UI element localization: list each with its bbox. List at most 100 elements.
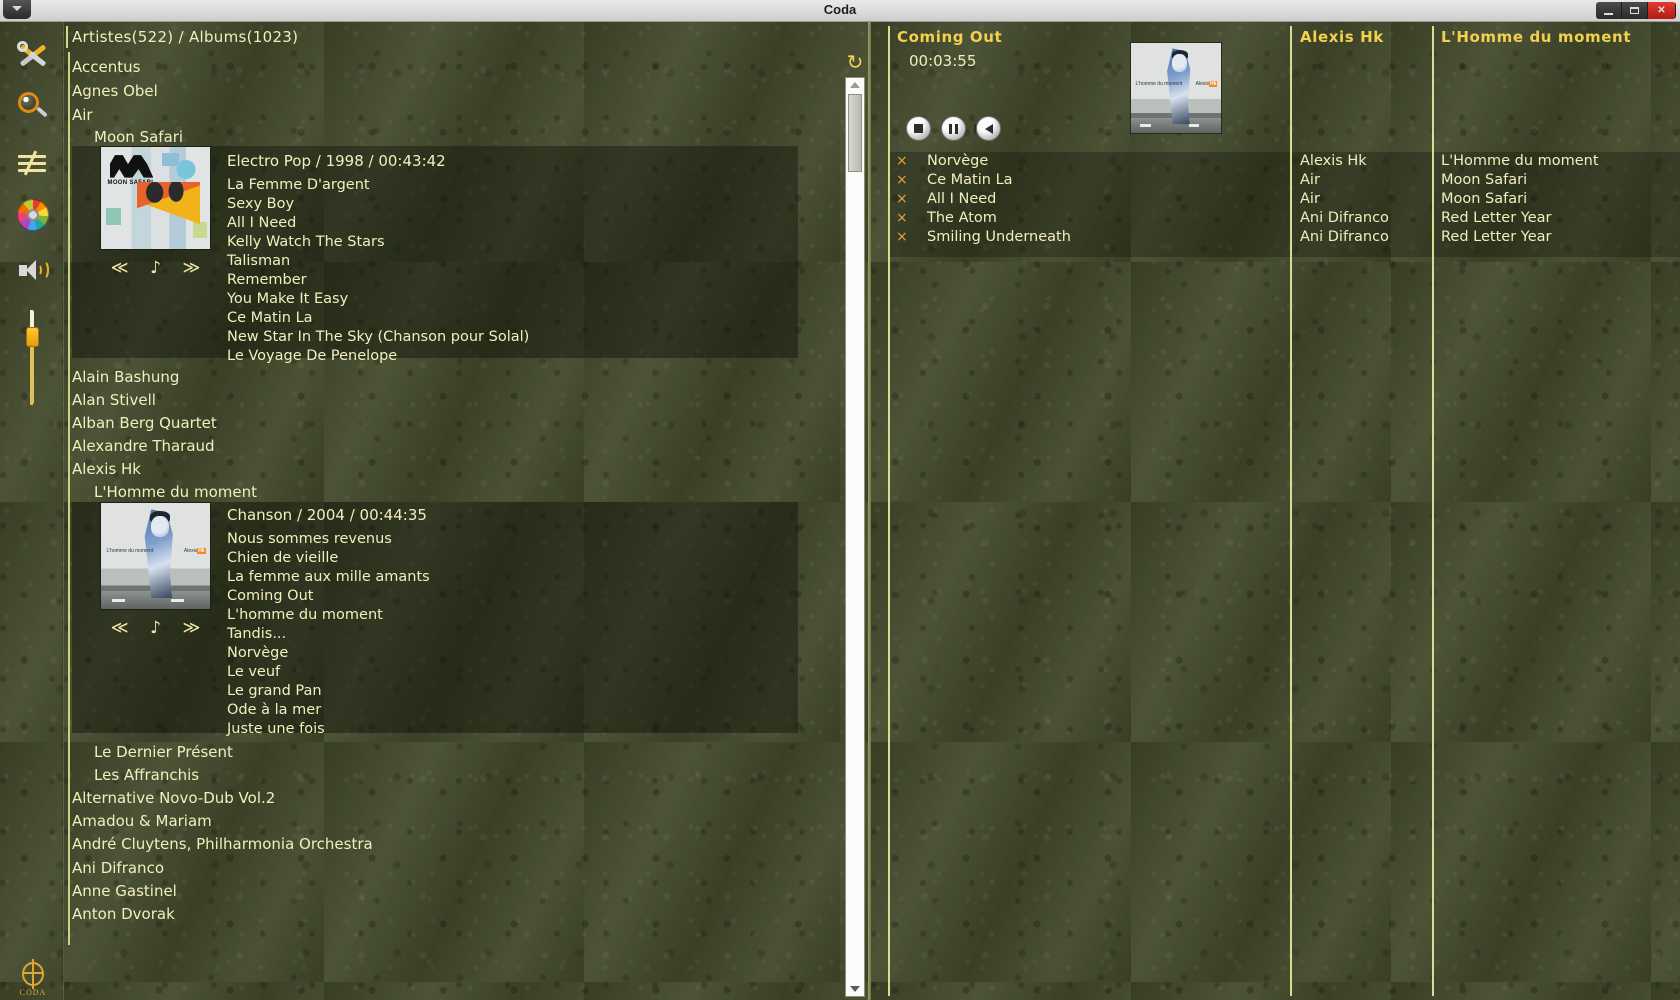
title-bar: Coda ✕ xyxy=(0,0,1680,22)
previous-button[interactable] xyxy=(973,116,1001,141)
playlist-title: Ce Matin La xyxy=(927,172,1013,188)
list-item-artist[interactable]: Alexis Hk xyxy=(72,460,141,478)
album-next-icon[interactable]: ≫ xyxy=(182,618,200,638)
track-item[interactable]: La Femme D'argent xyxy=(227,177,370,193)
column-header-album[interactable]: L'Homme du moment xyxy=(1441,28,1631,46)
list-item-album[interactable]: Moon Safari xyxy=(94,128,183,146)
track-item[interactable]: Ode à la mer xyxy=(227,702,321,718)
album-next-icon[interactable]: ≫ xyxy=(182,258,200,278)
now-playing-cover[interactable]: L'homme du moment AlexisHk xyxy=(1130,42,1222,134)
track-item[interactable]: Tandis... xyxy=(227,626,286,642)
playlist-album: L'Homme du moment xyxy=(1441,153,1599,169)
disc-icon[interactable] xyxy=(16,198,50,232)
table-row[interactable]: × The Atom xyxy=(896,210,997,229)
left-toolbar: CODA xyxy=(0,22,64,1000)
playlist-album: Moon Safari xyxy=(1441,172,1528,188)
tools-icon[interactable] xyxy=(16,38,50,72)
list-item-artist[interactable]: Alexandre Tharaud xyxy=(72,437,215,455)
album-play-icon[interactable]: ♪ xyxy=(150,618,161,638)
volume-knob[interactable] xyxy=(26,327,39,347)
track-item[interactable]: La femme aux mille amants xyxy=(227,569,430,585)
stop-button[interactable] xyxy=(906,116,931,141)
list-item-album[interactable]: Les Affranchis xyxy=(94,766,199,784)
track-item[interactable]: Le grand Pan xyxy=(227,683,322,699)
remove-icon[interactable]: × xyxy=(896,172,908,188)
remove-icon[interactable]: × xyxy=(896,191,908,207)
track-item[interactable]: Coming Out xyxy=(227,588,313,604)
list-item-artist[interactable]: Alan Stivell xyxy=(72,391,156,409)
search-icon[interactable] xyxy=(16,90,50,124)
table-row[interactable]: × Smiling Underneath xyxy=(896,229,1071,248)
volume-track xyxy=(30,310,34,404)
album-meta: Electro Pop / 1998 / 00:43:42 xyxy=(227,152,446,170)
player-controls xyxy=(906,116,1001,141)
equalizer-icon[interactable] xyxy=(16,146,50,180)
remove-icon[interactable]: × xyxy=(896,210,908,226)
table-row[interactable]: × All I Need xyxy=(896,191,997,210)
album-prev-icon[interactable]: ≪ xyxy=(111,258,129,278)
track-item[interactable]: Remember xyxy=(227,272,307,288)
album-transport-controls: ≪ ♪ ≫ xyxy=(100,258,211,278)
column-header-artist[interactable]: Alexis Hk xyxy=(1300,28,1384,46)
scroll-up-button[interactable] xyxy=(846,78,864,92)
library-pane: Artistes(522) / Albums(1023) Accentus Ag… xyxy=(64,22,840,1000)
list-item-artist[interactable]: Accentus xyxy=(72,58,140,76)
table-row[interactable]: × Ce Matin La xyxy=(896,172,1013,191)
speaker-icon[interactable] xyxy=(16,254,50,288)
pause-button[interactable] xyxy=(941,116,966,141)
playlist-title: All I Need xyxy=(927,191,997,207)
track-item[interactable]: New Star In The Sky (Chanson pour Solal) xyxy=(227,329,529,345)
remove-icon[interactable]: × xyxy=(896,229,908,245)
track-item[interactable]: Sexy Boy xyxy=(227,196,294,212)
album-cover-moon-safari[interactable]: MOON SAFARI xyxy=(100,146,211,250)
track-item[interactable]: Nous sommes revenus xyxy=(227,531,392,547)
track-item[interactable]: Norvège xyxy=(227,645,288,661)
list-item-album[interactable]: Le Dernier Présent xyxy=(94,743,233,761)
album-transport-controls: ≪ ♪ ≫ xyxy=(100,618,211,638)
list-item-artist[interactable]: Ani Difranco xyxy=(72,859,164,877)
track-item[interactable]: Le veuf xyxy=(227,664,280,680)
list-item-artist[interactable]: Air xyxy=(72,106,93,124)
library-left-rule xyxy=(68,52,70,945)
list-item-artist[interactable]: Agnes Obel xyxy=(72,82,158,100)
album-cover-lhomme-du-moment[interactable]: L'homme du moment AlexisHk xyxy=(100,502,211,610)
list-item-artist[interactable]: Anton Dvorak xyxy=(72,905,175,923)
playlist-pane: Coming Out Alexis Hk L'Homme du moment 0… xyxy=(871,22,1680,1000)
track-item[interactable]: Chien de vieille xyxy=(227,550,338,566)
playlist-artist: Air xyxy=(1300,191,1320,207)
track-item[interactable]: Juste une fois xyxy=(227,721,325,737)
library-header-label: Artistes(522) / Albums(1023) xyxy=(72,28,299,46)
album-meta: Chanson / 2004 / 00:44:35 xyxy=(227,506,427,524)
scrollbar-thumb[interactable] xyxy=(848,94,862,172)
remove-icon[interactable]: × xyxy=(896,153,908,169)
list-item-artist[interactable]: Alain Bashung xyxy=(72,368,179,386)
list-item-artist[interactable]: Amadou & Mariam xyxy=(72,812,212,830)
track-item[interactable]: Le Voyage De Penelope xyxy=(227,348,397,364)
album-prev-icon[interactable]: ≪ xyxy=(111,618,129,638)
track-item[interactable]: Kelly Watch The Stars xyxy=(227,234,385,250)
list-item-artist[interactable]: Alternative Novo-Dub Vol.2 xyxy=(72,789,275,807)
playlist-album: Red Letter Year xyxy=(1441,229,1552,245)
playlist-artist: Ani Difranco xyxy=(1300,210,1389,226)
list-item-artist[interactable]: Anne Gastinel xyxy=(72,882,177,900)
table-row[interactable]: × Norvège xyxy=(896,153,988,172)
list-item-artist[interactable]: André Cluytens, Philharmonia Orchestra xyxy=(72,835,373,853)
volume-slider[interactable] xyxy=(26,310,39,404)
track-item[interactable]: You Make It Easy xyxy=(227,291,348,307)
track-item[interactable]: Ce Matin La xyxy=(227,310,313,326)
now-playing-panel: 00:03:55 L'homme du moment AlexisHk xyxy=(890,22,1223,162)
library-scrollbar[interactable] xyxy=(845,77,865,997)
track-item[interactable]: Talisman xyxy=(227,253,290,269)
playlist-title: Smiling Underneath xyxy=(927,229,1071,245)
playlist-title: The Atom xyxy=(927,210,997,226)
minimize-button[interactable] xyxy=(1596,2,1622,19)
list-item-artist[interactable]: Alban Berg Quartet xyxy=(72,414,217,432)
album-play-icon[interactable]: ♪ xyxy=(150,258,161,278)
list-item-album[interactable]: L'Homme du moment xyxy=(94,483,257,501)
track-item[interactable]: All I Need xyxy=(227,215,296,231)
maximize-button[interactable] xyxy=(1622,2,1648,19)
track-item[interactable]: L'homme du moment xyxy=(227,607,383,623)
refresh-icon[interactable]: ↻ xyxy=(843,50,867,74)
scroll-down-button[interactable] xyxy=(846,982,864,996)
close-button[interactable]: ✕ xyxy=(1648,2,1676,19)
